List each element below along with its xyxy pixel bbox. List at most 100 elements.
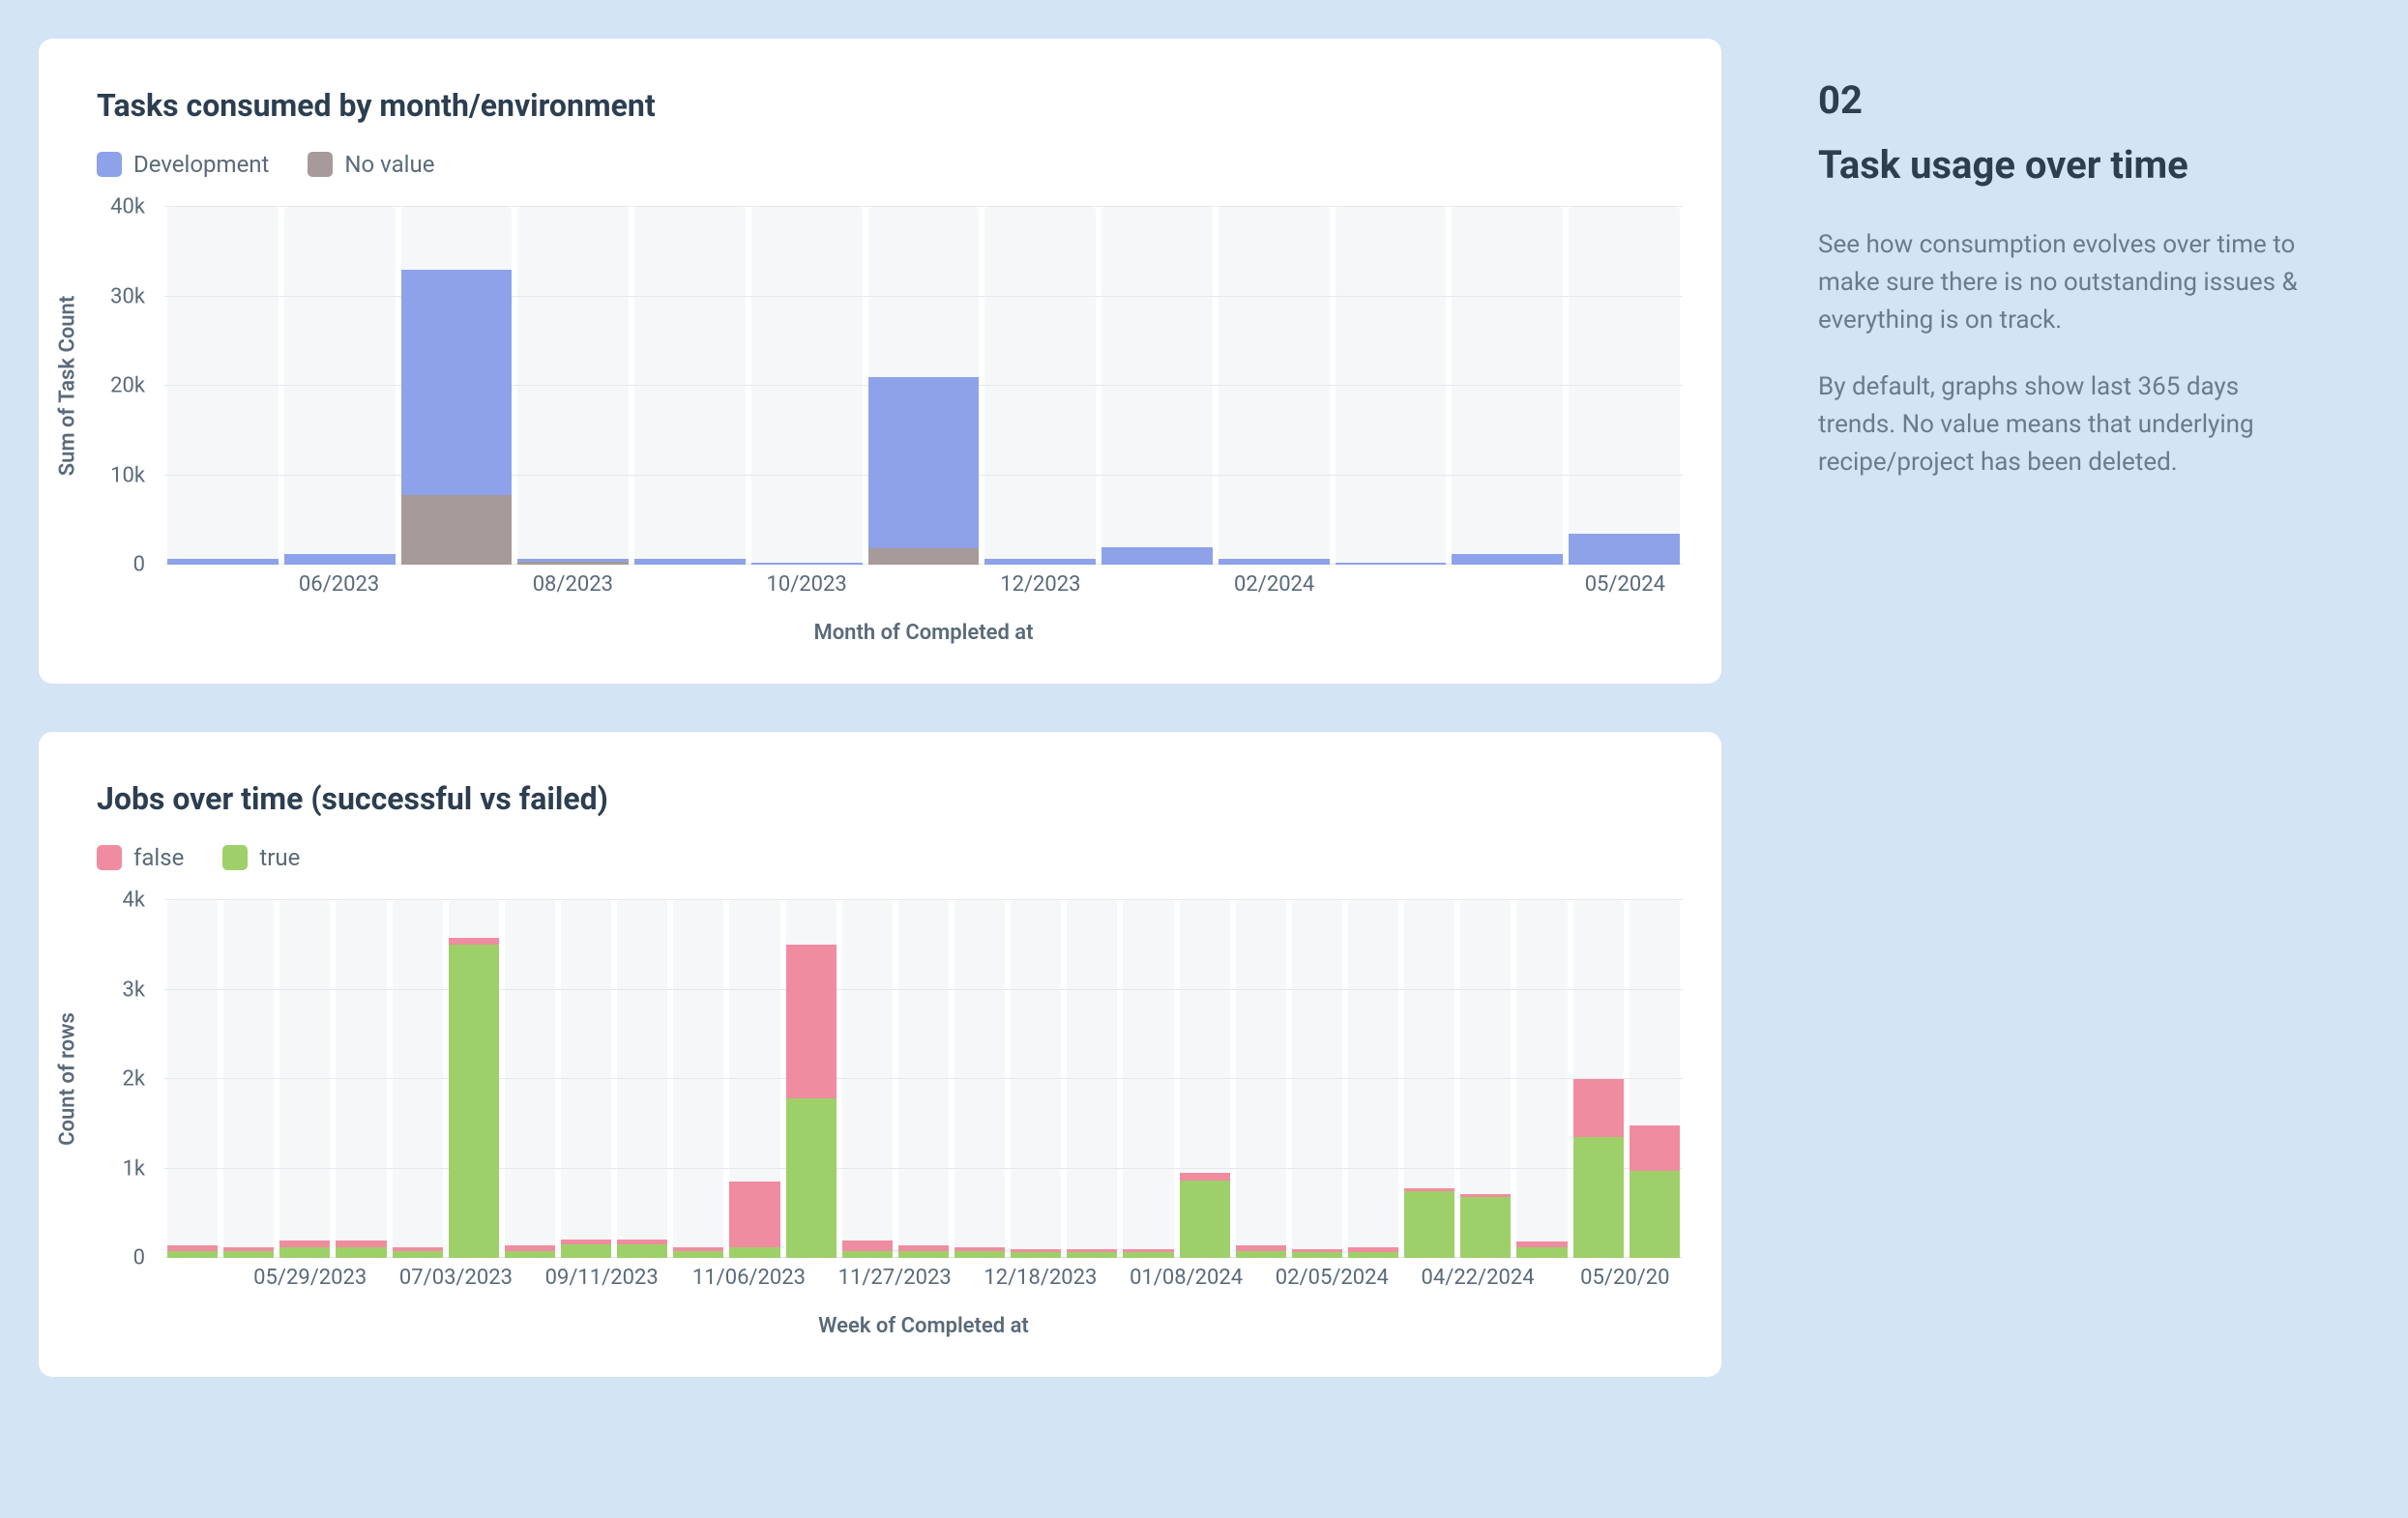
bar[interactable] — [220, 900, 277, 1258]
bar-segment[interactable] — [505, 1251, 555, 1258]
bar-segment[interactable] — [167, 1251, 218, 1258]
bar[interactable] — [839, 900, 896, 1258]
chart-plot-area[interactable] — [164, 207, 1683, 565]
x-tick-label: 12/2023 — [1000, 572, 1080, 597]
bar-segment[interactable] — [1236, 1251, 1286, 1258]
y-tick-label: 20k — [110, 374, 145, 398]
bar-segment[interactable] — [673, 1251, 723, 1258]
bar-segment[interactable] — [984, 559, 1096, 565]
bar[interactable] — [749, 207, 866, 565]
bar-segment[interactable] — [1573, 1079, 1624, 1137]
bar[interactable] — [277, 900, 333, 1258]
bar-segment[interactable] — [401, 270, 513, 495]
bar[interactable] — [952, 900, 1008, 1258]
bar-segment[interactable] — [223, 1251, 274, 1258]
bar-segment[interactable] — [1630, 1125, 1680, 1171]
bar[interactable] — [502, 900, 558, 1258]
bar-segment[interactable] — [751, 563, 863, 565]
bar-segment[interactable] — [517, 562, 629, 565]
bar[interactable] — [1513, 900, 1570, 1258]
bar-segment[interactable] — [898, 1251, 949, 1258]
bar-segment[interactable] — [729, 1247, 779, 1258]
bar[interactable] — [982, 207, 1099, 565]
bar[interactable] — [281, 207, 398, 565]
bar-segment[interactable] — [634, 559, 746, 565]
bar[interactable] — [866, 207, 983, 565]
y-axis-ticks: 010k20k30k40k — [97, 207, 155, 565]
bar-segment[interactable] — [279, 1241, 330, 1247]
bar-segment[interactable] — [868, 548, 980, 565]
bar[interactable] — [1008, 900, 1064, 1258]
bar-segment[interactable] — [868, 377, 980, 549]
bar[interactable] — [1120, 900, 1176, 1258]
bar[interactable] — [670, 900, 726, 1258]
bar-segment[interactable] — [954, 1251, 1005, 1258]
bar[interactable] — [1216, 207, 1333, 565]
bar-segment[interactable] — [449, 945, 499, 1258]
bar-segment[interactable] — [1404, 1191, 1454, 1258]
bar-segment[interactable] — [1336, 563, 1447, 565]
chart-plot-area[interactable] — [164, 900, 1683, 1258]
bar[interactable] — [1099, 207, 1216, 565]
bar-segment[interactable] — [1452, 554, 1563, 565]
bar[interactable] — [1289, 900, 1345, 1258]
bar[interactable] — [614, 900, 670, 1258]
bar[interactable] — [333, 900, 389, 1258]
bar-segment[interactable] — [1460, 1197, 1511, 1258]
bar-segment[interactable] — [1348, 1252, 1398, 1258]
bar-segment[interactable] — [279, 1247, 330, 1258]
bar-segment[interactable] — [284, 554, 396, 565]
bar[interactable] — [398, 207, 515, 565]
bar[interactable] — [1449, 207, 1566, 565]
bar-segment[interactable] — [1123, 1252, 1173, 1258]
bar-segment[interactable] — [1101, 547, 1213, 566]
bar-segment[interactable] — [1067, 1252, 1117, 1258]
bar[interactable] — [164, 900, 220, 1258]
bar[interactable] — [783, 900, 839, 1258]
bar-segment[interactable] — [1516, 1247, 1567, 1258]
bar-segment[interactable] — [1630, 1171, 1680, 1258]
bar-segment[interactable] — [167, 559, 279, 565]
bar-segment[interactable] — [1573, 1137, 1624, 1258]
bar-segment[interactable] — [336, 1247, 386, 1258]
legend-item-false[interactable]: false — [97, 844, 184, 871]
bar-segment[interactable] — [336, 1241, 386, 1247]
bar[interactable] — [726, 900, 782, 1258]
bar-segment[interactable] — [786, 1098, 837, 1258]
bar[interactable] — [558, 900, 614, 1258]
bar-segment[interactable] — [729, 1182, 779, 1247]
legend-item-no-value[interactable]: No value — [308, 151, 434, 178]
bar-segment[interactable] — [1219, 559, 1330, 565]
bar[interactable] — [1177, 900, 1233, 1258]
bar[interactable] — [446, 900, 502, 1258]
bar[interactable] — [164, 207, 281, 565]
bar-segment[interactable] — [1011, 1252, 1061, 1258]
bar-segment[interactable] — [393, 1251, 443, 1258]
bar-segment[interactable] — [617, 1244, 667, 1258]
bar-segment[interactable] — [449, 938, 499, 945]
bar[interactable] — [1401, 900, 1457, 1258]
bar[interactable] — [1064, 900, 1120, 1258]
legend-item-true[interactable]: true — [222, 844, 300, 871]
bar-segment[interactable] — [1292, 1252, 1342, 1258]
bar[interactable] — [1627, 900, 1683, 1258]
legend-item-development[interactable]: Development — [97, 151, 269, 178]
bar[interactable] — [1457, 900, 1513, 1258]
bar-segment[interactable] — [842, 1251, 893, 1258]
bar-segment[interactable] — [842, 1241, 893, 1251]
bar[interactable] — [1233, 900, 1289, 1258]
bar-segment[interactable] — [786, 945, 837, 1098]
bar-segment[interactable] — [401, 495, 513, 565]
bar-segment[interactable] — [1569, 534, 1680, 565]
bar[interactable] — [631, 207, 749, 565]
bar-segment[interactable] — [561, 1244, 611, 1258]
bar[interactable] — [514, 207, 631, 565]
bar[interactable] — [896, 900, 952, 1258]
bar[interactable] — [1566, 207, 1683, 565]
bar-segment[interactable] — [1180, 1181, 1230, 1258]
bar[interactable] — [1345, 900, 1401, 1258]
bar-segment[interactable] — [1180, 1173, 1230, 1180]
bar[interactable] — [390, 900, 446, 1258]
bar[interactable] — [1333, 207, 1450, 565]
bar[interactable] — [1571, 900, 1627, 1258]
